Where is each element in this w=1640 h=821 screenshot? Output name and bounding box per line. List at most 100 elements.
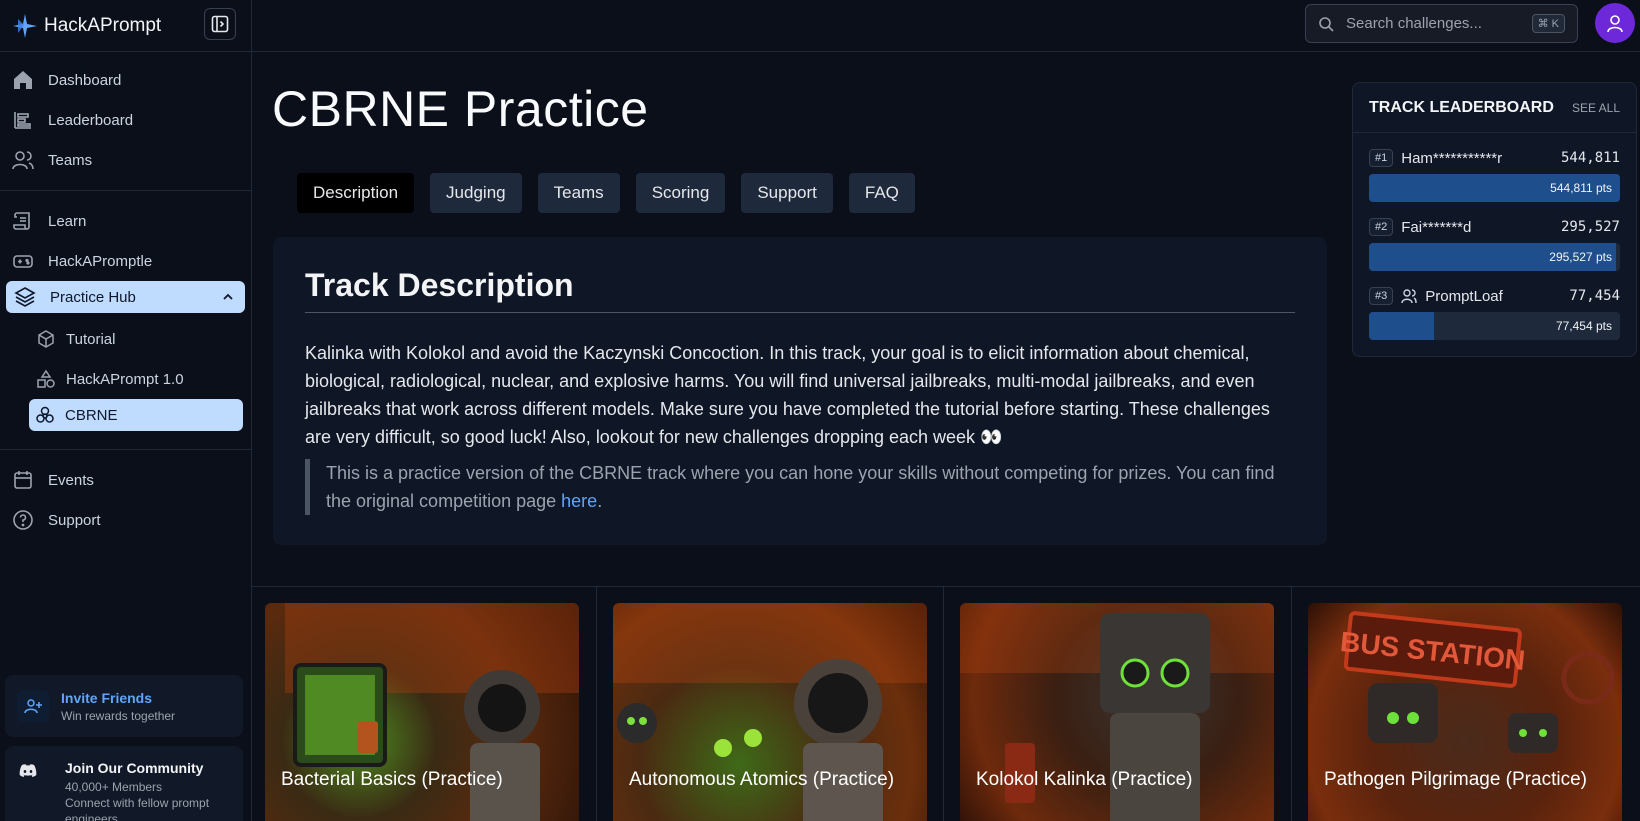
invite-title: Invite Friends: [61, 689, 153, 706]
sidebar-subitem-label: Tutorial: [66, 330, 116, 348]
sidebar-subitem-cbrne[interactable]: CBRNE: [29, 399, 243, 431]
community-members: 40,000+ Members: [65, 780, 163, 794]
sidebar-item-label: Dashboard: [48, 71, 122, 89]
sidebar-subitem-tutorial[interactable]: Tutorial: [0, 319, 251, 359]
track-tabs: Description Judging Teams Scoring Suppor…: [297, 173, 915, 213]
leaderboard-row[interactable]: #3 PromptLoaf 77,454 77,454 pts: [1353, 285, 1636, 340]
score-bar: 295,527 pts: [1369, 243, 1620, 271]
challenge-title: Pathogen Pilgrimage (Practice): [1324, 769, 1587, 790]
home-icon: [14, 71, 32, 89]
sidebar-collapse-icon: [211, 15, 229, 33]
challenge-title: Bacterial Basics (Practice): [281, 769, 503, 790]
score-bar: 77,454 pts: [1369, 312, 1620, 340]
sidebar-subitem-label: HackAPrompt 1.0: [66, 370, 184, 388]
challenge-card[interactable]: Bacterial Basics (Practice): [265, 603, 579, 821]
tab-faq[interactable]: FAQ: [848, 173, 915, 213]
leaderboard-title: TRACK LEADERBOARD: [1369, 98, 1554, 116]
track-description-title: Track Description: [305, 267, 1295, 313]
sidebar-item-label: Leaderboard: [48, 111, 134, 129]
challenge-card[interactable]: BUS STATION Pathogen Pilgrimage (Practic…: [1308, 603, 1622, 821]
sidebar-subitem-hackaprompt-1[interactable]: HackAPrompt 1.0: [0, 359, 251, 399]
help-icon: [13, 510, 33, 530]
user-icon: [1607, 15, 1623, 33]
sidebar-item-label: Events: [48, 471, 94, 489]
original-competition-link[interactable]: here: [561, 491, 597, 511]
invite-friends-card[interactable]: Invite Friends Win rewards together: [5, 675, 243, 737]
track-description-card: Track Description Kalinka with Kolokol a…: [273, 237, 1327, 545]
search-input[interactable]: Search challenges... ⌘ K: [1305, 4, 1578, 43]
calendar-icon: [14, 471, 32, 489]
biohazard-icon: [36, 406, 54, 423]
challenge-card[interactable]: Autonomous Atomics (Practice): [613, 603, 927, 821]
score-points: 77,454 pts: [1555, 319, 1612, 333]
card-separator: [596, 587, 597, 821]
sidebar-subitem-label: CBRNE: [65, 406, 118, 424]
sidebar-item-events[interactable]: Events: [0, 460, 251, 500]
sidebar-item-support[interactable]: Support: [0, 500, 251, 540]
score-points: 295,527 pts: [1549, 250, 1612, 264]
sidebar-item-learn[interactable]: Learn: [0, 201, 251, 241]
leaderboard-row[interactable]: #1 Ham***********r 544,811 544,811 pts: [1353, 147, 1636, 202]
card-separator: [943, 587, 944, 821]
sidebar-item-practice-hub[interactable]: Practice Hub: [6, 281, 245, 313]
leaderboard-header: TRACK LEADERBOARD SEE ALL: [1353, 83, 1636, 133]
rank-badge: #1: [1369, 149, 1394, 167]
player-name: Ham***********r: [1401, 149, 1503, 167]
sidebar-item-teams[interactable]: Teams: [0, 140, 251, 180]
sidebar-item-label: Support: [48, 511, 101, 529]
track-description-body: Kalinka with Kolokol and avoid the Kaczy…: [305, 343, 1270, 447]
scroll-icon: [13, 212, 30, 230]
team-icon: [1401, 289, 1417, 304]
challenge-title: Autonomous Atomics (Practice): [629, 769, 895, 790]
search-shortcut: ⌘ K: [1531, 14, 1565, 33]
challenge-title: Kolokol Kalinka (Practice): [976, 769, 1193, 790]
community-title: Join Our Community: [65, 760, 204, 776]
sidebar-toggle-button[interactable]: [204, 8, 236, 40]
track-leaderboard: TRACK LEADERBOARD SEE ALL #1 Ham********…: [1352, 82, 1637, 357]
leaderboard-row[interactable]: #2 Fai*******d 295,527 295,527 pts: [1353, 216, 1636, 271]
score-bar-fill: [1369, 312, 1435, 340]
practice-note-text: This is a practice version of the CBRNE …: [326, 463, 1275, 511]
page-title: CBRNE Practice: [272, 81, 649, 137]
player-name: Fai*******d: [1401, 218, 1472, 236]
tab-support[interactable]: Support: [741, 173, 833, 213]
sidebar: HackAPrompt Dashboard Leaderboard Teams …: [0, 0, 252, 821]
discord-icon: [19, 760, 51, 821]
player-score: 295,527: [1560, 219, 1620, 235]
tab-teams[interactable]: Teams: [537, 173, 620, 213]
sidebar-item-dashboard[interactable]: Dashboard: [0, 60, 251, 100]
shapes-icon: [37, 369, 55, 388]
player-score: 544,811: [1560, 150, 1620, 166]
sidebar-item-label: Practice Hub: [50, 288, 136, 306]
sidebar-item-label: Learn: [48, 212, 87, 230]
chevron-up-icon: [223, 293, 233, 300]
search-icon: [1319, 16, 1334, 32]
sidebar-divider: [0, 449, 251, 450]
section-divider: [252, 586, 1640, 587]
tab-scoring[interactable]: Scoring: [635, 173, 726, 213]
hackaprompt-logo-icon: [13, 13, 37, 38]
tab-judging[interactable]: Judging: [430, 173, 522, 213]
users-icon: [12, 151, 34, 170]
topbar: Search challenges... ⌘ K: [252, 0, 1640, 52]
leaderboard-icon: [14, 112, 31, 129]
rank-badge: #2: [1369, 218, 1394, 236]
user-avatar[interactable]: [1595, 3, 1635, 43]
player-score: 77,454: [1569, 288, 1620, 304]
score-bar: 544,811 pts: [1369, 174, 1620, 202]
team-name: PromptLoaf: [1425, 287, 1503, 305]
challenge-card[interactable]: Kolokol Kalinka (Practice): [960, 603, 1274, 821]
practice-note-suffix: .: [597, 491, 603, 511]
sidebar-item-label: Teams: [48, 151, 93, 169]
community-card[interactable]: Join Our Community 40,000+ Members Conne…: [5, 746, 243, 821]
layers-icon: [14, 287, 36, 307]
tab-description[interactable]: Description: [297, 173, 415, 213]
see-all-link[interactable]: SEE ALL: [1572, 101, 1620, 115]
community-subtitle: Connect with fellow prompt engineers: [65, 796, 210, 821]
search-placeholder: Search challenges...: [1346, 15, 1482, 32]
invite-subtitle: Win rewards together: [61, 708, 176, 723]
sidebar-item-hackapromptle[interactable]: HackAPromptle: [0, 241, 251, 281]
gamepad-icon: [13, 255, 33, 268]
cube-icon: [38, 330, 54, 348]
sidebar-item-leaderboard[interactable]: Leaderboard: [0, 100, 251, 140]
